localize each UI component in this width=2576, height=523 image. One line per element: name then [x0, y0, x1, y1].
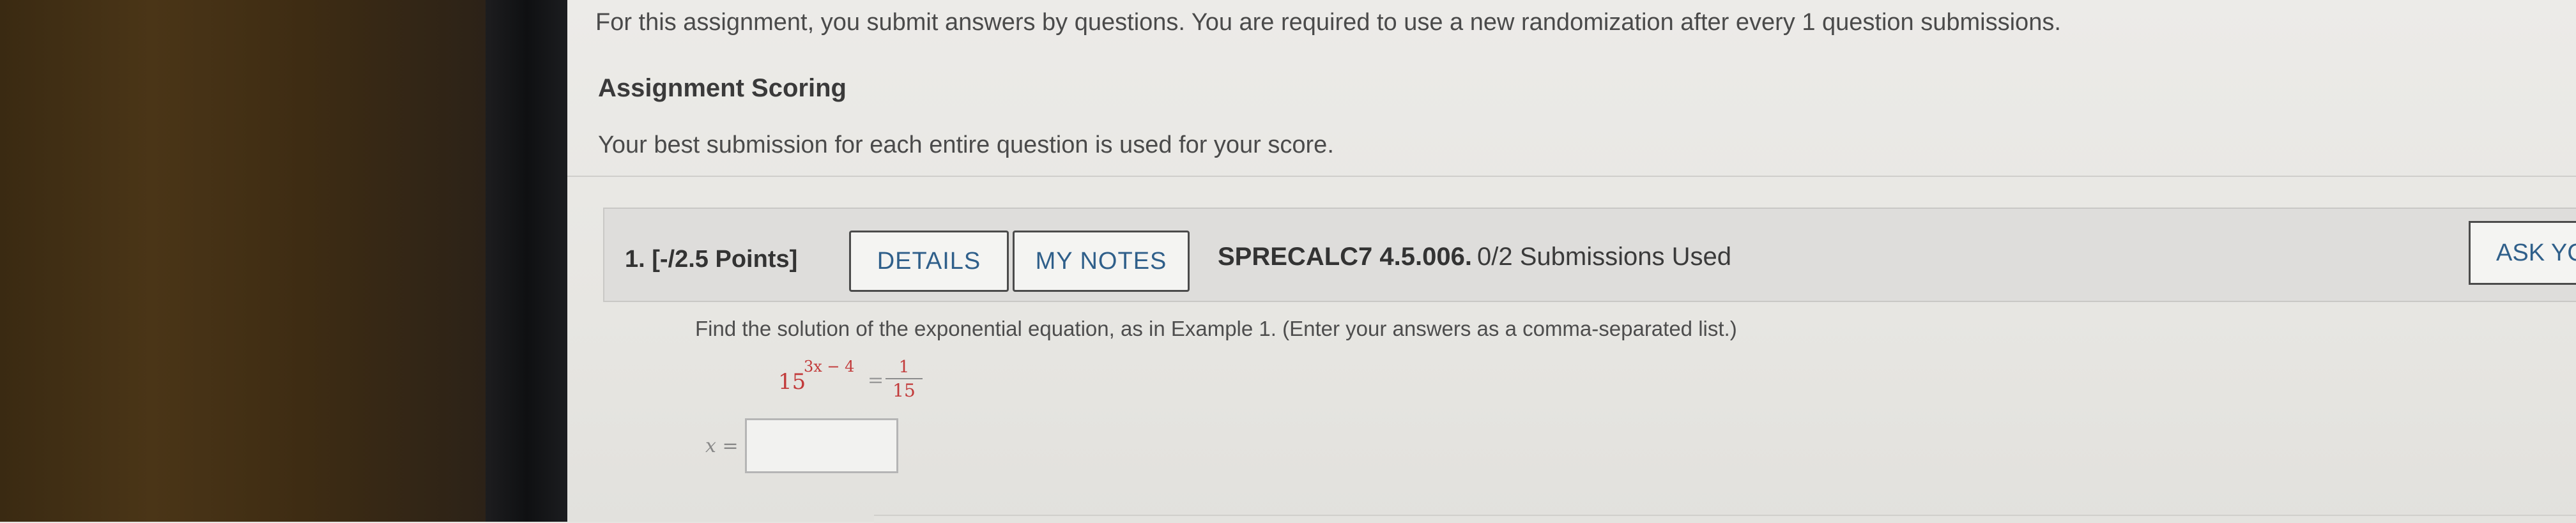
- next-section-edge: [874, 515, 2576, 523]
- fraction-denominator: 15: [893, 380, 916, 401]
- equation-fraction: 1 15: [885, 358, 923, 401]
- question-number-points: 1. [-/2.5 Points]: [625, 246, 798, 273]
- submission-policy-text: For this assignment, you submit answers …: [595, 9, 2061, 36]
- details-button[interactable]: DETAILS: [849, 231, 1009, 292]
- equation-exponent: 3x − 4: [804, 358, 855, 375]
- question-code: SPRECALC7 4.5.006.: [1218, 243, 1472, 271]
- assignment-intro: For this assignment, you submit answers …: [567, 0, 2576, 177]
- answer-label: x =: [705, 435, 739, 457]
- fraction-numerator: 1: [898, 358, 910, 377]
- assignment-scoring-text: Your best submission for each entire que…: [598, 132, 1334, 158]
- fraction-bar: [885, 378, 923, 379]
- ask-your-teacher-button[interactable]: ASK YC: [2469, 221, 2576, 285]
- equation-equals-sign: =: [868, 369, 884, 391]
- question-prompt: Find the solution of the exponential equ…: [695, 317, 1737, 340]
- submissions-used: 0/2 Submissions Used: [1477, 243, 1731, 271]
- answer-input[interactable]: [745, 418, 898, 473]
- browser-viewport: For this assignment, you submit answers …: [567, 0, 2576, 523]
- desk-background: [0, 0, 505, 522]
- monitor-bezel: [486, 0, 569, 522]
- assignment-scoring-heading: Assignment Scoring: [598, 74, 847, 102]
- equation-base: 15: [778, 369, 806, 395]
- my-notes-button[interactable]: MY NOTES: [1013, 231, 1190, 292]
